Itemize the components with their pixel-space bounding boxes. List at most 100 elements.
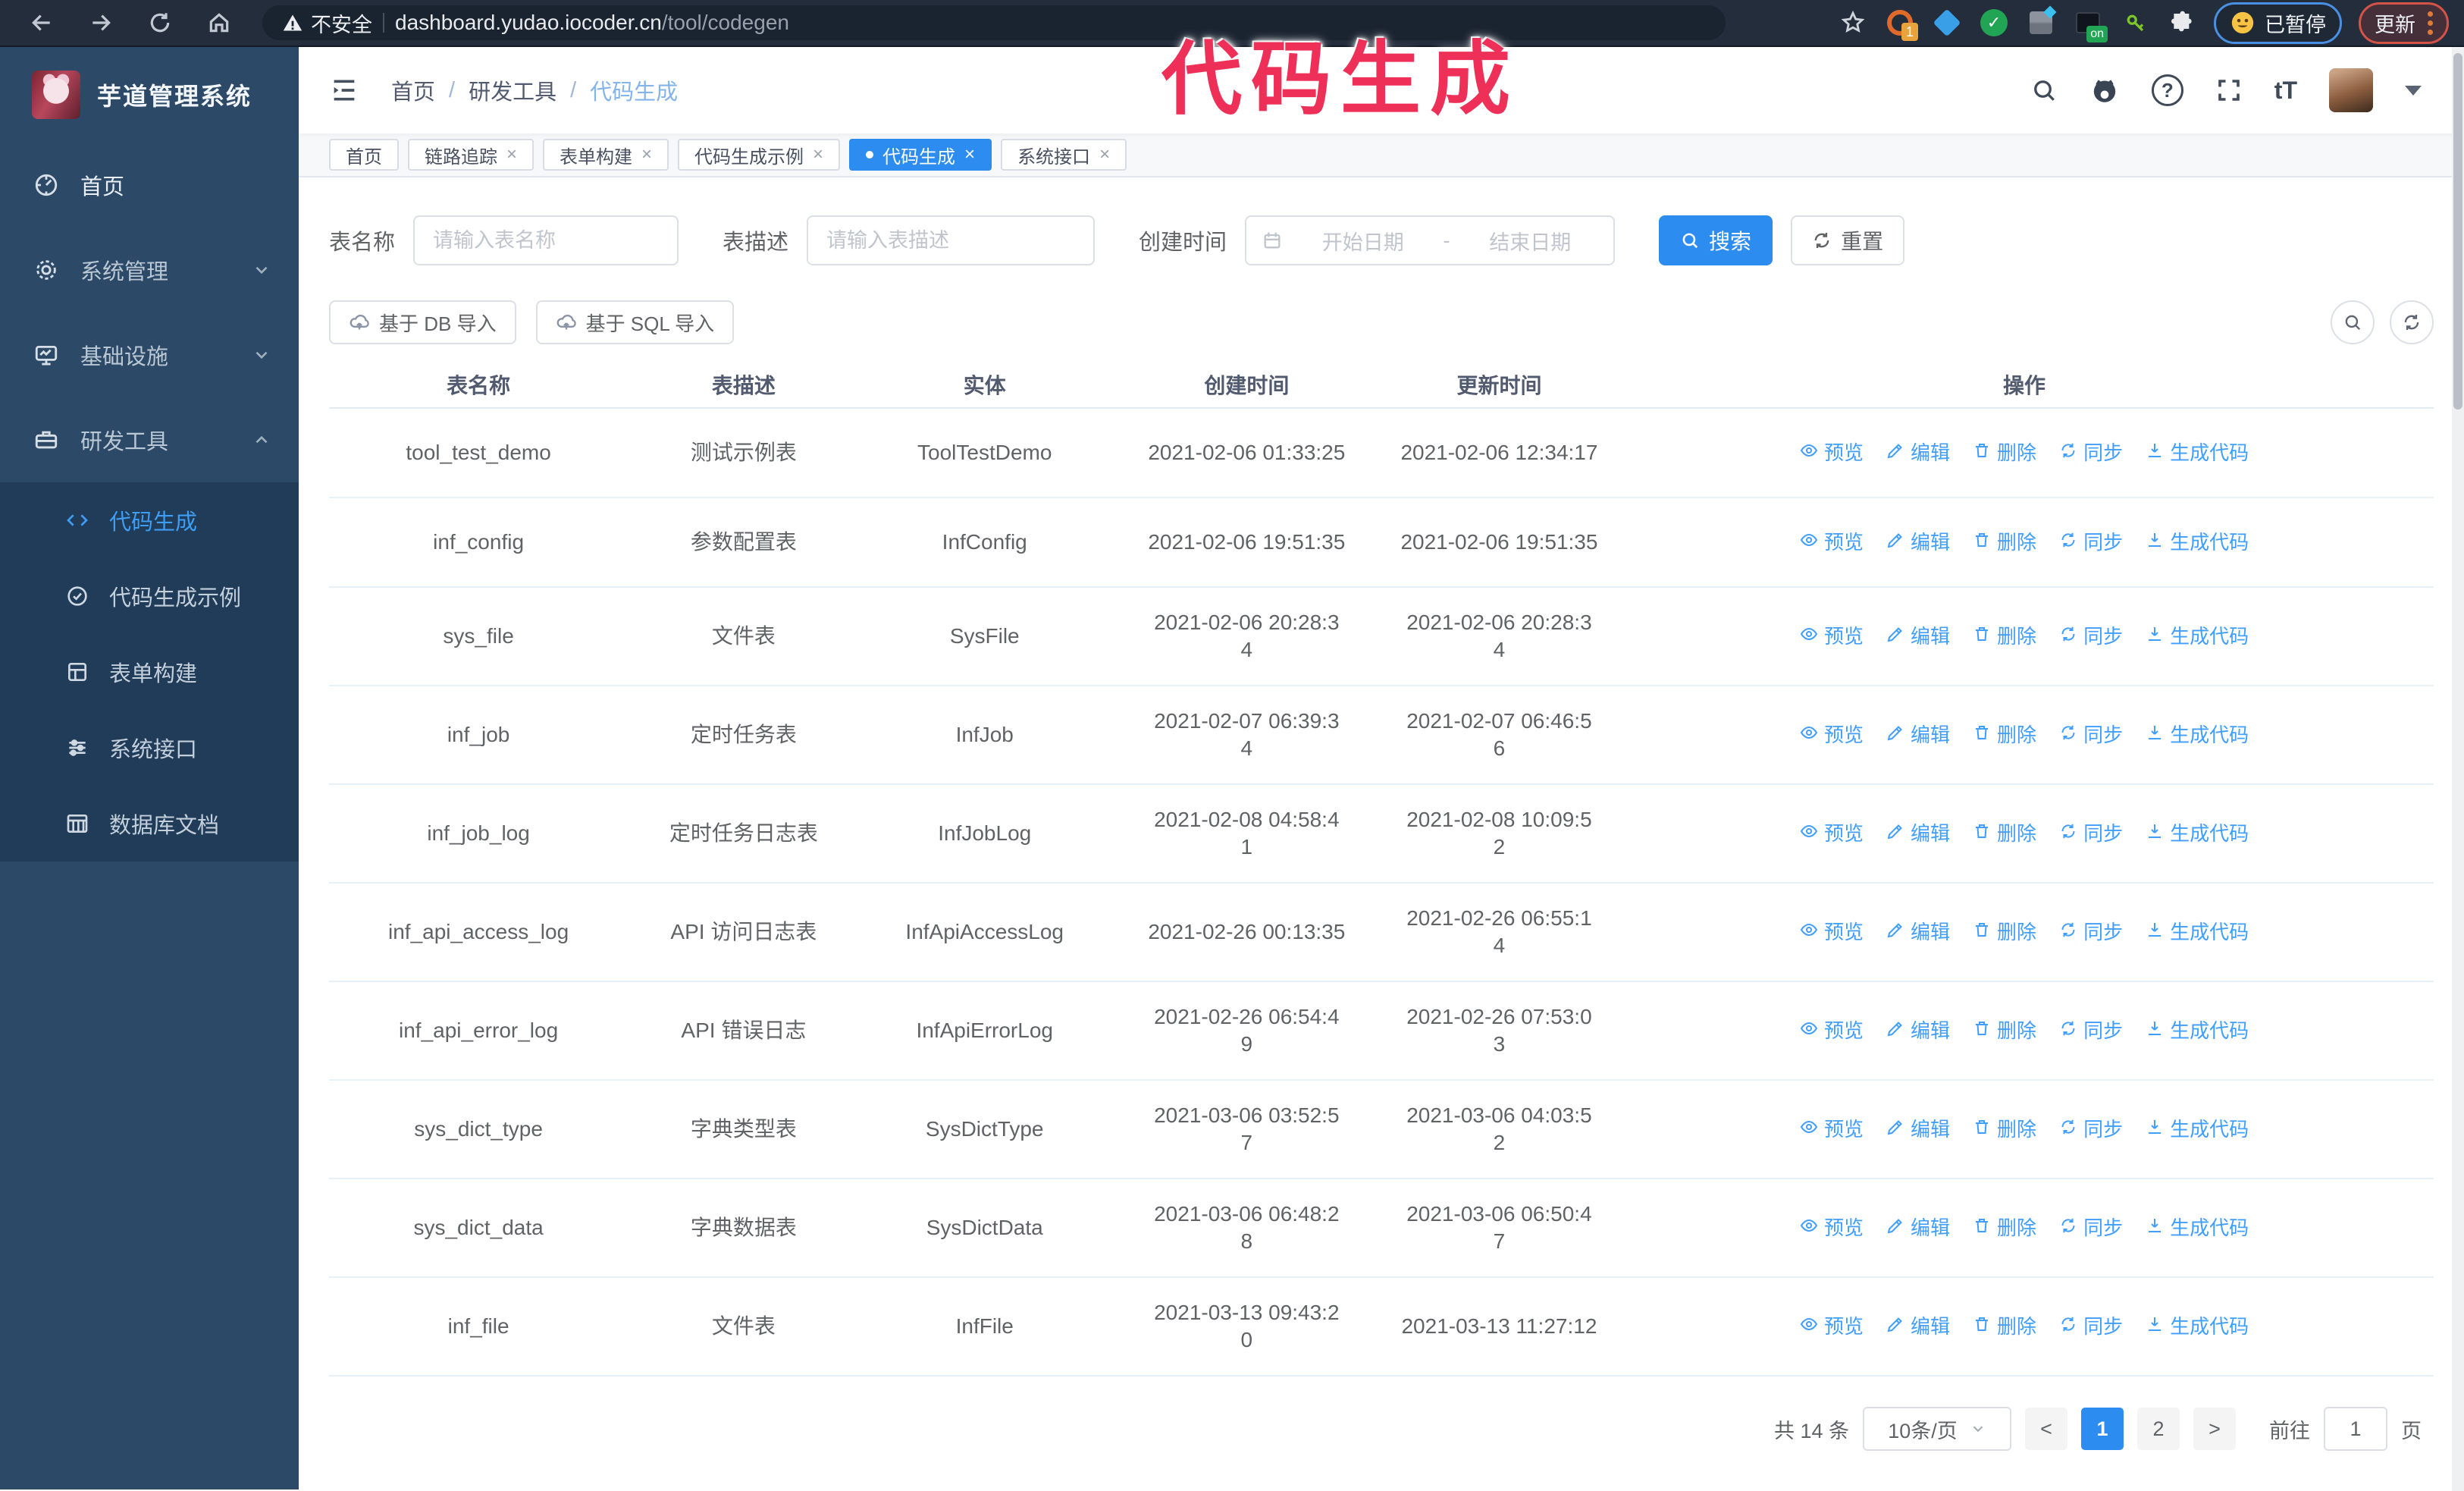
page-button-1[interactable]: 1: [2081, 1408, 2124, 1450]
bookmark-star-icon[interactable]: [1838, 8, 1868, 38]
edit-link[interactable]: 编辑: [1886, 1017, 1950, 1044]
edit-link[interactable]: 编辑: [1886, 918, 1950, 946]
fullscreen-icon[interactable]: [2215, 77, 2243, 104]
app-logo-row[interactable]: 芋道管理系统: [0, 47, 299, 143]
sync-link[interactable]: 同步: [2059, 529, 2123, 556]
close-icon[interactable]: ×: [964, 146, 975, 164]
sidebar-item-infra[interactable]: 基础设施: [0, 312, 299, 397]
extension-grid-icon[interactable]: [2026, 5, 2057, 38]
extension-gem-icon[interactable]: [1932, 8, 1962, 38]
sync-link[interactable]: 同步: [2059, 820, 2123, 847]
extension-dark-on-icon[interactable]: on: [2073, 8, 2108, 42]
preview-link[interactable]: 预览: [1800, 918, 1864, 946]
sidebar-item-codegen-example[interactable]: 代码生成示例: [0, 558, 299, 634]
preview-link[interactable]: 预览: [1800, 529, 1864, 556]
scrollbar-track[interactable]: [2452, 47, 2464, 1491]
avatar[interactable]: [2329, 68, 2373, 112]
table-desc-input[interactable]: [807, 215, 1096, 265]
sidebar-item-devtools[interactable]: 研发工具: [0, 397, 299, 482]
preview-link[interactable]: 预览: [1800, 820, 1864, 847]
preview-link[interactable]: 预览: [1800, 1214, 1864, 1241]
tab-codegen[interactable]: 代码生成 ×: [849, 139, 992, 171]
delete-link[interactable]: 删除: [1973, 918, 2036, 946]
sidebar-fold-icon[interactable]: [329, 75, 359, 105]
close-icon[interactable]: ×: [506, 146, 517, 164]
back-icon[interactable]: [15, 5, 68, 40]
next-page-button[interactable]: >: [2193, 1408, 2236, 1450]
page-size-select[interactable]: 10条/页: [1863, 1407, 2011, 1451]
import-sql-button[interactable]: 基于 SQL 导入: [535, 300, 735, 344]
delete-link[interactable]: 删除: [1973, 1214, 2036, 1241]
edit-link[interactable]: 编辑: [1886, 1214, 1950, 1241]
edit-link[interactable]: 编辑: [1886, 721, 1950, 749]
table-row[interactable]: inf_job_log 定时任务日志表 InfJobLog 2021-02-08…: [329, 784, 2434, 884]
delete-link[interactable]: 删除: [1973, 439, 2036, 466]
import-db-button[interactable]: 基于 DB 导入: [329, 300, 516, 344]
sidebar-item-codegen[interactable]: 代码生成: [0, 482, 299, 558]
security-warning[interactable]: 不安全: [282, 8, 372, 38]
preview-link[interactable]: 预览: [1800, 721, 1864, 749]
generate-code-link[interactable]: 生成代码: [2146, 623, 2249, 650]
reload-icon[interactable]: [133, 5, 187, 40]
preview-link[interactable]: 预览: [1800, 623, 1864, 650]
generate-code-link[interactable]: 生成代码: [2146, 820, 2249, 847]
github-icon[interactable]: [2089, 75, 2120, 105]
help-icon[interactable]: ?: [2151, 74, 2183, 106]
generate-code-link[interactable]: 生成代码: [2146, 918, 2249, 946]
generate-code-link[interactable]: 生成代码: [2146, 439, 2249, 466]
page-button-2[interactable]: 2: [2137, 1408, 2180, 1450]
edit-link[interactable]: 编辑: [1886, 1116, 1950, 1143]
sync-link[interactable]: 同步: [2059, 1116, 2123, 1143]
table-row[interactable]: inf_job 定时任务表 InfJob 2021-02-07 06:39:3 …: [329, 686, 2434, 785]
extensions-puzzle-icon[interactable]: [2167, 8, 2197, 38]
profile-paused-badge[interactable]: 已暂停: [2214, 2, 2342, 44]
sidebar-item-form-builder[interactable]: 表单构建: [0, 634, 299, 710]
edit-link[interactable]: 编辑: [1886, 623, 1950, 650]
preview-link[interactable]: 预览: [1800, 1116, 1864, 1143]
table-row[interactable]: inf_api_access_log API 访问日志表 InfApiAcces…: [329, 883, 2434, 982]
prev-page-button[interactable]: <: [2025, 1408, 2067, 1450]
preview-link[interactable]: 预览: [1800, 1313, 1864, 1340]
sync-link[interactable]: 同步: [2059, 439, 2123, 466]
preview-link[interactable]: 预览: [1800, 1017, 1864, 1044]
sidebar-item-system[interactable]: 系统管理: [0, 228, 299, 312]
avatar-caret-icon[interactable]: [2405, 85, 2422, 96]
edit-link[interactable]: 编辑: [1886, 820, 1950, 847]
edit-link[interactable]: 编辑: [1886, 1313, 1950, 1340]
sync-link[interactable]: 同步: [2059, 721, 2123, 749]
generate-code-link[interactable]: 生成代码: [2146, 529, 2249, 556]
forward-icon[interactable]: [74, 5, 127, 40]
delete-link[interactable]: 删除: [1973, 1313, 2036, 1340]
breadcrumb-home[interactable]: 首页: [391, 74, 435, 106]
date-start-placeholder[interactable]: 开始日期: [1295, 226, 1431, 256]
extension-shield-check-icon[interactable]: ✓: [1979, 8, 2009, 38]
url-bar[interactable]: 不安全 dashboard.yudao.iocoder.cn/tool/code…: [262, 5, 1726, 40]
table-row[interactable]: sys_dict_type 字典类型表 SysDictType 2021-03-…: [329, 1080, 2434, 1179]
tab-home[interactable]: 首页: [329, 139, 399, 171]
edit-link[interactable]: 编辑: [1886, 529, 1950, 556]
tab-form-builder[interactable]: 表单构建 ×: [543, 139, 669, 171]
sync-link[interactable]: 同步: [2059, 1313, 2123, 1340]
table-row[interactable]: sys_file 文件表 SysFile 2021-02-06 20:28:3 …: [329, 587, 2434, 686]
table-name-input[interactable]: [413, 215, 679, 265]
close-icon[interactable]: ×: [1099, 146, 1110, 164]
close-icon[interactable]: ×: [641, 146, 652, 164]
home-icon[interactable]: [193, 5, 246, 40]
date-range-picker[interactable]: 开始日期 - 结束日期: [1245, 215, 1616, 265]
delete-link[interactable]: 删除: [1973, 820, 2036, 847]
generate-code-link[interactable]: 生成代码: [2146, 721, 2249, 749]
table-row[interactable]: inf_file 文件表 InfFile 2021-03-13 09:43:2 …: [329, 1277, 2434, 1376]
browser-menu-icon[interactable]: [2428, 11, 2433, 35]
toggle-search-button[interactable]: [2331, 300, 2375, 344]
goto-page-input[interactable]: [2324, 1407, 2387, 1451]
search-button[interactable]: 搜索: [1659, 215, 1773, 265]
delete-link[interactable]: 删除: [1973, 1116, 2036, 1143]
font-size-icon[interactable]: tT: [2274, 77, 2297, 105]
table-row[interactable]: inf_config 参数配置表 InfConfig 2021-02-06 19…: [329, 498, 2434, 588]
tab-system-api[interactable]: 系统接口 ×: [1001, 139, 1127, 171]
table-row[interactable]: tool_test_demo 测试示例表 ToolTestDemo 2021-0…: [329, 408, 2434, 498]
close-icon[interactable]: ×: [813, 146, 823, 164]
breadcrumb-section[interactable]: 研发工具: [469, 74, 556, 106]
generate-code-link[interactable]: 生成代码: [2146, 1017, 2249, 1044]
delete-link[interactable]: 删除: [1973, 529, 2036, 556]
